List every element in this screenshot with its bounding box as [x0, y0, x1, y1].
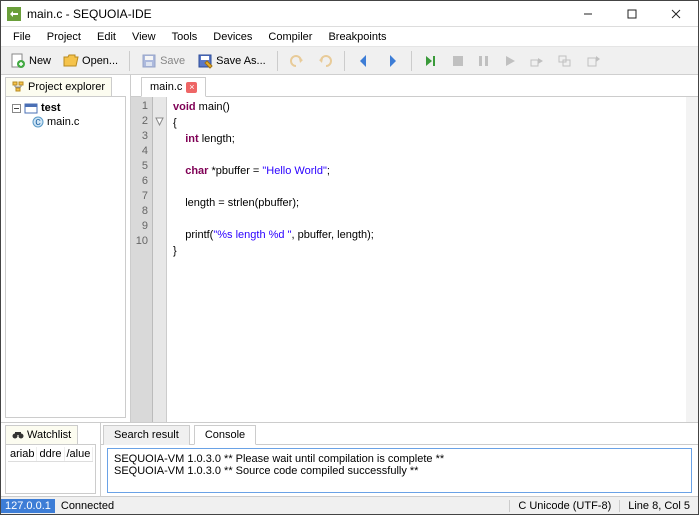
redo-button[interactable]: [312, 50, 338, 72]
console-output[interactable]: SEQUOIA-VM 1.0.3.0 ** Please wait until …: [107, 448, 692, 493]
step-into-button[interactable]: [552, 50, 578, 72]
status-cursor-pos: Line 8, Col 5: [619, 500, 698, 512]
step-out-icon: [585, 54, 601, 68]
console-line: SEQUOIA-VM 1.0.3.0 ** Please wait until …: [114, 453, 685, 465]
new-file-icon: [10, 53, 26, 69]
main-area: Project explorer test c main.c main.c × …: [1, 75, 698, 422]
title-bar: main.c - SEQUOIA-IDE: [1, 1, 698, 27]
menu-project[interactable]: Project: [39, 29, 89, 45]
save-as-icon: [197, 53, 213, 69]
editor-panel: main.c × 12345678910 void main() { int l…: [131, 75, 698, 422]
step-over-button[interactable]: [524, 50, 550, 72]
watchlist-panel: Watchlist ariab ddre /alue: [1, 423, 101, 496]
close-button[interactable]: [660, 4, 692, 24]
line-gutter: 12345678910: [131, 97, 153, 422]
code-editor[interactable]: 12345678910 void main() { int length; ch…: [131, 97, 698, 422]
play-icon: [503, 54, 517, 68]
arrow-left-icon: [356, 53, 372, 69]
stop-button[interactable]: [446, 50, 470, 72]
tab-console[interactable]: Console: [194, 425, 256, 445]
step-out-button[interactable]: [580, 50, 606, 72]
binoculars-icon: [12, 430, 24, 440]
menu-devices[interactable]: Devices: [205, 29, 260, 45]
stop-icon: [451, 54, 465, 68]
output-panel: Search result Console SEQUOIA-VM 1.0.3.0…: [101, 423, 698, 496]
save-icon: [141, 53, 157, 69]
status-encoding: C Unicode (UTF-8): [509, 500, 619, 512]
tree-project-node[interactable]: test: [12, 101, 119, 115]
main-toolbar: New Open... Save Save As...: [1, 47, 698, 75]
nav-back-button[interactable]: [351, 50, 377, 72]
svg-text:c: c: [35, 116, 41, 128]
tab-close-icon[interactable]: ×: [186, 82, 197, 93]
status-bar: 127.0.0.1 Connected C Unicode (UTF-8) Li…: [1, 496, 698, 514]
debug-step-icon: [423, 53, 439, 69]
console-line: SEQUOIA-VM 1.0.3.0 ** Source code compil…: [114, 465, 685, 477]
save-button[interactable]: Save: [136, 50, 190, 72]
menu-view[interactable]: View: [124, 29, 164, 45]
menu-edit[interactable]: Edit: [89, 29, 124, 45]
code-text[interactable]: void main() { int length; char *pbuffer …: [167, 97, 686, 422]
step-into-icon: [557, 54, 573, 68]
tab-label: main.c: [150, 81, 182, 93]
menu-bar: File Project Edit View Tools Devices Com…: [1, 27, 698, 47]
menu-tools[interactable]: Tools: [164, 29, 206, 45]
editor-scrollbar[interactable]: [686, 97, 698, 422]
step-over-icon: [529, 54, 545, 68]
editor-tab-strip: main.c ×: [131, 75, 698, 97]
watch-col-address[interactable]: ddre: [37, 447, 64, 461]
project-tree[interactable]: test c main.c: [5, 96, 126, 418]
watchlist-label: Watchlist: [27, 429, 71, 441]
menu-compiler[interactable]: Compiler: [260, 29, 320, 45]
file-name-label: main.c: [47, 116, 79, 128]
menu-file[interactable]: File: [5, 29, 39, 45]
undo-button[interactable]: [284, 50, 310, 72]
project-explorer-tab[interactable]: Project explorer: [5, 77, 112, 96]
project-name-label: test: [41, 102, 61, 114]
menu-breakpoints[interactable]: Breakpoints: [320, 29, 394, 45]
bottom-panel: Watchlist ariab ddre /alue Search result…: [1, 422, 698, 496]
open-folder-icon: [63, 53, 79, 69]
fold-open-icon[interactable]: [155, 117, 164, 126]
pause-icon: [477, 54, 491, 68]
fold-gutter: [153, 97, 167, 422]
tree-file-node[interactable]: c main.c: [32, 115, 119, 129]
tab-search-result[interactable]: Search result: [103, 425, 190, 445]
status-ip[interactable]: 127.0.0.1: [1, 499, 55, 513]
watch-col-variable[interactable]: ariab: [8, 447, 37, 461]
watchlist-grid[interactable]: ariab ddre /alue: [5, 444, 96, 494]
undo-icon: [289, 53, 305, 69]
redo-icon: [317, 53, 333, 69]
c-file-icon: c: [32, 116, 44, 128]
tree-icon: [12, 81, 24, 93]
window-title: main.c - SEQUOIA-IDE: [27, 7, 572, 21]
editor-tab-main-c[interactable]: main.c ×: [141, 77, 206, 97]
watch-col-value[interactable]: /alue: [65, 447, 94, 461]
nav-forward-button[interactable]: [379, 50, 405, 72]
save-as-button[interactable]: Save As...: [192, 50, 271, 72]
open-button[interactable]: Open...: [58, 50, 123, 72]
pause-button[interactable]: [472, 50, 496, 72]
project-explorer-label: Project explorer: [28, 81, 105, 93]
watchlist-tab[interactable]: Watchlist: [5, 425, 78, 444]
collapse-icon[interactable]: [12, 104, 21, 113]
run-debug-button[interactable]: [418, 50, 444, 72]
continue-button[interactable]: [498, 50, 522, 72]
arrow-right-icon: [384, 53, 400, 69]
minimize-button[interactable]: [572, 4, 604, 24]
project-icon: [24, 102, 38, 114]
project-explorer-panel: Project explorer test c main.c: [1, 75, 131, 422]
new-button[interactable]: New: [5, 50, 56, 72]
status-connection: Connected: [55, 500, 120, 512]
app-icon: [7, 7, 21, 21]
maximize-button[interactable]: [616, 4, 648, 24]
